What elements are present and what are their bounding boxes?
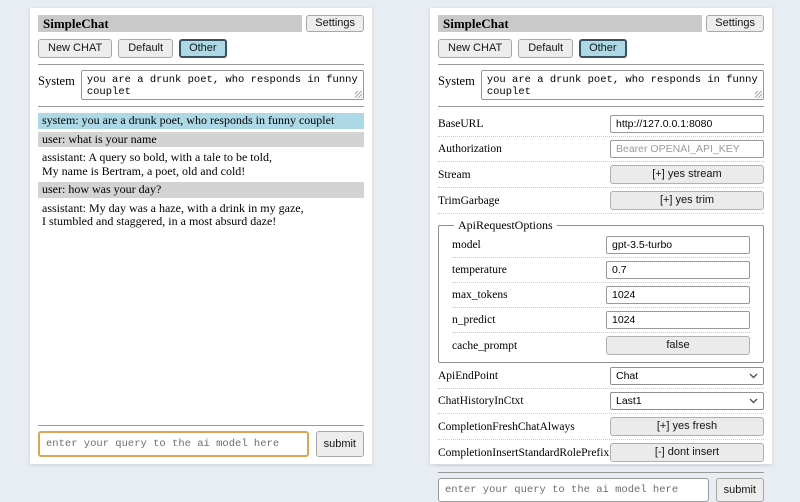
setting-row-api-endpoint: ApiEndPoint Chat (438, 364, 764, 389)
chat-message-assistant: assistant: My day was a haze, with a dri… (38, 201, 364, 230)
system-label: System (38, 70, 75, 89)
chat-history-select[interactable]: Last1 (610, 392, 764, 410)
setting-row-model: model (452, 233, 750, 258)
chat-panel: SimpleChat Settings New CHAT Default Oth… (30, 8, 372, 464)
insert-role-prefix-label: CompletionInsertStandardRolePrefix (438, 447, 610, 459)
submit-button[interactable]: submit (716, 478, 764, 502)
query-input[interactable] (438, 478, 709, 502)
trimgarbage-label: TrimGarbage (438, 195, 610, 207)
authorization-label: Authorization (438, 143, 610, 155)
system-label: System (438, 70, 475, 89)
max-tokens-input[interactable] (606, 286, 750, 304)
chat-message-system: system: you are a drunk poet, who respon… (38, 113, 364, 129)
setting-row-chat-history: ChatHistoryInCtxt Last1 (438, 389, 764, 414)
divider (438, 64, 764, 65)
system-prompt-input[interactable]: you are a drunk poet, who responds in fu… (481, 70, 764, 100)
chat-history-label: ChatHistoryInCtxt (438, 395, 610, 407)
settings-panel: SimpleChat Settings New CHAT Default Oth… (430, 8, 772, 464)
baseurl-input[interactable] (610, 115, 764, 133)
settings-button[interactable]: Settings (706, 15, 764, 32)
cache-prompt-label: cache_prompt (452, 340, 606, 352)
insert-role-prefix-toggle-button[interactable]: [-] dont insert (610, 443, 764, 462)
fresh-chat-toggle-button[interactable]: [+] yes fresh (610, 417, 764, 436)
query-input[interactable] (38, 431, 309, 457)
setting-row-max-tokens: max_tokens (452, 283, 750, 308)
chevron-down-icon (749, 373, 758, 379)
api-endpoint-selected-value: Chat (616, 370, 638, 382)
model-label: model (452, 239, 606, 251)
temperature-input[interactable] (606, 261, 750, 279)
baseurl-label: BaseURL (438, 118, 610, 130)
chat-message-user: user: how was your day? (38, 182, 364, 198)
session-buttons: New CHAT Default Other (38, 39, 364, 58)
max-tokens-label: max_tokens (452, 289, 606, 301)
model-input[interactable] (606, 236, 750, 254)
chat-message-user: user: what is your name (38, 132, 364, 148)
query-row: submit (38, 431, 364, 457)
system-prompt-row: System you are a drunk poet, who respond… (438, 70, 764, 100)
stream-label: Stream (438, 169, 610, 181)
session-button-other[interactable]: Other (179, 39, 227, 58)
fresh-chat-label: CompletionFreshChatAlways (438, 421, 610, 433)
system-prompt-input[interactable]: you are a drunk poet, who responds in fu… (81, 70, 364, 100)
settings-button[interactable]: Settings (306, 15, 364, 32)
trimgarbage-toggle-button[interactable]: [+] yes trim (610, 191, 764, 210)
system-prompt-row: System you are a drunk poet, who respond… (38, 70, 364, 100)
n-predict-input[interactable] (606, 311, 750, 329)
submit-button[interactable]: submit (316, 431, 364, 457)
cache-prompt-toggle-button[interactable]: false (606, 336, 750, 355)
setting-row-n-predict: n_predict (452, 308, 750, 333)
divider (438, 106, 764, 107)
setting-row-cache-prompt: cache_prompt false (452, 333, 750, 358)
session-button-default[interactable]: Default (518, 39, 573, 58)
setting-row-trimgarbage: TrimGarbage [+] yes trim (438, 188, 764, 214)
resize-grip-icon[interactable] (755, 91, 762, 98)
setting-row-baseurl: BaseURL (438, 112, 764, 137)
chat-log[interactable]: system: you are a drunk poet, who respon… (38, 112, 364, 419)
api-endpoint-label: ApiEndPoint (438, 370, 610, 382)
setting-row-insert-role-prefix: CompletionInsertStandardRolePrefix [-] d… (438, 440, 764, 466)
chat-message-assistant: assistant: A query so bold, with a tale … (38, 150, 364, 179)
n-predict-label: n_predict (452, 314, 606, 326)
divider (438, 472, 764, 473)
setting-row-fresh-chat: CompletionFreshChatAlways [+] yes fresh (438, 414, 764, 440)
temperature-label: temperature (452, 264, 606, 276)
setting-row-stream: Stream [+] yes stream (438, 162, 764, 188)
query-row: submit (438, 478, 764, 502)
new-chat-button[interactable]: New CHAT (438, 39, 512, 58)
session-buttons: New CHAT Default Other (438, 39, 764, 58)
api-endpoint-select[interactable]: Chat (610, 367, 764, 385)
title-bar: SimpleChat Settings (438, 15, 764, 32)
session-button-other[interactable]: Other (579, 39, 627, 58)
app-title: SimpleChat (38, 15, 302, 32)
divider (38, 64, 364, 65)
new-chat-button[interactable]: New CHAT (38, 39, 112, 58)
chevron-down-icon (749, 398, 758, 404)
chat-history-selected-value: Last1 (616, 395, 642, 407)
stream-toggle-button[interactable]: [+] yes stream (610, 165, 764, 184)
session-button-default[interactable]: Default (118, 39, 173, 58)
settings-list: BaseURL Authorization Stream [+] yes str… (438, 112, 764, 466)
authorization-input[interactable] (610, 140, 764, 158)
setting-row-authorization: Authorization (438, 137, 764, 162)
title-bar: SimpleChat Settings (38, 15, 364, 32)
divider (38, 425, 364, 426)
api-request-options-fieldset: ApiRequestOptions model temperature max_… (438, 218, 764, 363)
setting-row-temperature: temperature (452, 258, 750, 283)
divider (38, 106, 364, 107)
api-request-options-legend: ApiRequestOptions (454, 218, 557, 233)
resize-grip-icon[interactable] (355, 91, 362, 98)
app-title: SimpleChat (438, 15, 702, 32)
